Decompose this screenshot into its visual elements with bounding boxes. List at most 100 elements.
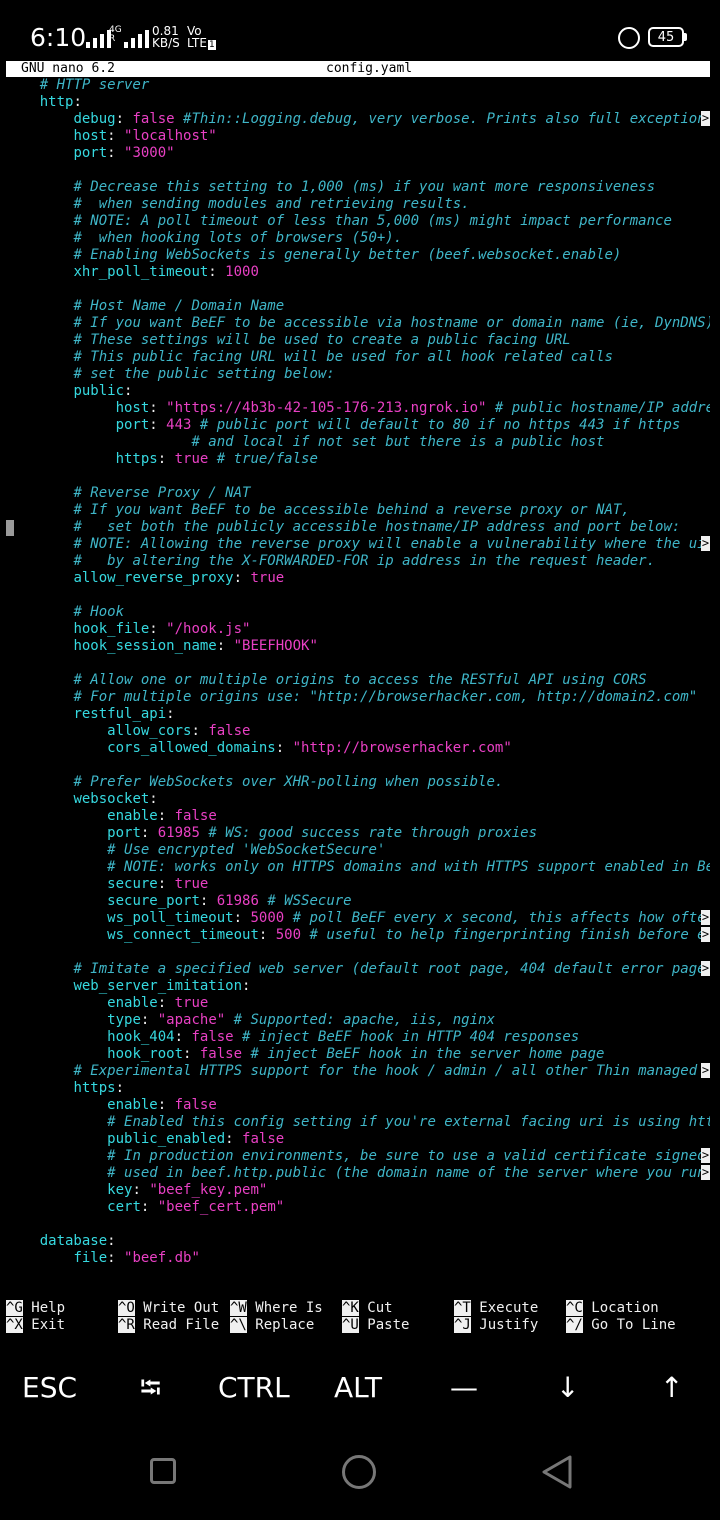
- tab-key-icon[interactable]: ⭾: [140, 1370, 161, 1406]
- editor-line[interactable]: secure: true: [6, 876, 710, 893]
- editor-line[interactable]: # Host Name / Domain Name: [6, 298, 710, 315]
- editor-line[interactable]: # Enabled this config setting if you're …: [6, 1114, 710, 1131]
- editor-line[interactable]: port: "3000": [6, 145, 710, 162]
- editor-line[interactable]: # NOTE: works only on HTTPS domains and …: [6, 859, 710, 876]
- editor-line[interactable]: allow_reverse_proxy: true: [6, 570, 710, 587]
- editor-line[interactable]: # Decrease this setting to 1,000 (ms) if…: [6, 179, 710, 196]
- editor-line[interactable]: type: "apache" # Supported: apache, iis,…: [6, 1012, 710, 1029]
- editor-line[interactable]: hook_root: false # inject BeEF hook in t…: [6, 1046, 710, 1063]
- editor-line[interactable]: ws_poll_timeout: 5000 # poll BeEF every …: [6, 910, 710, 927]
- home-button[interactable]: [342, 1455, 376, 1489]
- editor-line[interactable]: # Experimental HTTPS support for the hoo…: [6, 1063, 710, 1080]
- alt-key[interactable]: ALT: [334, 1370, 382, 1406]
- ctrl-key[interactable]: CTRL: [218, 1370, 290, 1406]
- shortcut-item[interactable]: ^U Paste: [342, 1317, 409, 1334]
- esc-key[interactable]: ESC: [22, 1370, 77, 1406]
- editor-line[interactable]: hook_session_name: "BEEFHOOK": [6, 638, 710, 655]
- back-button[interactable]: [540, 1454, 574, 1490]
- editor-line[interactable]: websocket:: [6, 791, 710, 808]
- battery-icon: 45: [648, 27, 684, 47]
- recents-button[interactable]: [150, 1458, 176, 1484]
- editor-line[interactable]: # HTTP server: [6, 77, 710, 94]
- shortcut-item[interactable]: ^O Write Out: [118, 1300, 219, 1317]
- editor-line[interactable]: database:: [6, 1233, 710, 1250]
- editor-line[interactable]: web_server_imitation:: [6, 978, 710, 995]
- editor-line[interactable]: [6, 1216, 710, 1233]
- editor-line[interactable]: # If you want BeEF to be accessible via …: [6, 315, 710, 332]
- editor-line[interactable]: # set the public setting below:: [6, 366, 710, 383]
- editor-line[interactable]: # set both the publicly accessible hostn…: [6, 519, 710, 536]
- shortcut-item[interactable]: ^X Exit: [6, 1317, 65, 1334]
- editor-line[interactable]: [6, 944, 710, 961]
- editor-line[interactable]: public_enabled: false: [6, 1131, 710, 1148]
- editor-line[interactable]: # Imitate a specified web server (defaul…: [6, 961, 710, 978]
- editor-line[interactable]: restful_api:: [6, 706, 710, 723]
- editor-line[interactable]: # Reverse Proxy / NAT: [6, 485, 710, 502]
- editor-line[interactable]: # If you want BeEF to be accessible behi…: [6, 502, 710, 519]
- editor-line[interactable]: hook_404: false # inject BeEF hook in HT…: [6, 1029, 710, 1046]
- shortcut-item[interactable]: ^G Help: [6, 1300, 65, 1317]
- battery-tip: [684, 33, 687, 41]
- editor-line[interactable]: [6, 468, 710, 485]
- arrow-up-icon[interactable]: ↑: [660, 1370, 683, 1406]
- editor-line[interactable]: # used in beef.http.public (the domain n…: [6, 1165, 710, 1182]
- editor-line[interactable]: # Hook: [6, 604, 710, 621]
- editor-line[interactable]: [6, 281, 710, 298]
- editor-line[interactable]: [6, 655, 710, 672]
- editor-line[interactable]: # For multiple origins use: "http://brow…: [6, 689, 710, 706]
- editor-line[interactable]: # NOTE: Allowing the reverse proxy will …: [6, 536, 710, 553]
- editor-text-area[interactable]: # HTTP server http: debug: false #Thin::…: [6, 77, 710, 1267]
- editor-line[interactable]: http:: [6, 94, 710, 111]
- arrow-down-icon[interactable]: ↓: [556, 1370, 579, 1406]
- editor-line[interactable]: # Use encrypted 'WebSocketSecure': [6, 842, 710, 859]
- shortcut-item[interactable]: ^J Justify: [454, 1317, 538, 1334]
- editor-line[interactable]: # NOTE: A poll timeout of less than 5,00…: [6, 213, 710, 230]
- editor-line[interactable]: debug: false #Thin::Logging.debug, very …: [6, 111, 710, 128]
- signal-strength-icon: [86, 28, 111, 48]
- editor-line[interactable]: enable: false: [6, 808, 710, 825]
- editor-line[interactable]: [6, 162, 710, 179]
- editor-line[interactable]: enable: true: [6, 995, 710, 1012]
- shortcut-item[interactable]: ^/ Go To Line: [566, 1317, 676, 1334]
- editor-line[interactable]: # when sending modules and retrieving re…: [6, 196, 710, 213]
- editor-line[interactable]: port: 61985 # WS: good success rate thro…: [6, 825, 710, 842]
- shortcut-label: Read File: [134, 1317, 220, 1333]
- line-truncated-marker: >: [701, 1063, 710, 1078]
- editor-line[interactable]: key: "beef_key.pem": [6, 1182, 710, 1199]
- editor-line[interactable]: secure_port: 61986 # WSSecure: [6, 893, 710, 910]
- editor-line[interactable]: hook_file: "/hook.js": [6, 621, 710, 638]
- editor-line[interactable]: # Enabling WebSockets is generally bette…: [6, 247, 710, 264]
- shortcut-item[interactable]: ^C Location: [566, 1300, 659, 1317]
- editor-line[interactable]: [6, 587, 710, 604]
- editor-line[interactable]: enable: false: [6, 1097, 710, 1114]
- editor-line[interactable]: public:: [6, 383, 710, 400]
- shortcut-item[interactable]: ^K Cut: [342, 1300, 393, 1317]
- editor-line[interactable]: https:: [6, 1080, 710, 1097]
- editor-line[interactable]: cors_allowed_domains: "http://browserhac…: [6, 740, 710, 757]
- editor-line[interactable]: # and local if not set but there is a pu…: [6, 434, 710, 451]
- shortcut-label: Justify: [470, 1317, 539, 1333]
- shortcut-item[interactable]: ^T Execute: [454, 1300, 538, 1317]
- editor-line[interactable]: # These settings will be used to create …: [6, 332, 710, 349]
- shortcut-item[interactable]: ^R Read File: [118, 1317, 219, 1334]
- editor-line[interactable]: # when hooking lots of browsers (50+).: [6, 230, 710, 247]
- editor-line[interactable]: # Allow one or multiple origins to acces…: [6, 672, 710, 689]
- dash-key[interactable]: —: [450, 1370, 478, 1406]
- editor-line[interactable]: xhr_poll_timeout: 1000: [6, 264, 710, 281]
- shortcut-item[interactable]: ^W Where Is: [230, 1300, 323, 1317]
- editor-line[interactable]: # This public facing URL will be used fo…: [6, 349, 710, 366]
- editor-line[interactable]: # Prefer WebSockets over XHR-polling whe…: [6, 774, 710, 791]
- editor-line[interactable]: https: true # true/false: [6, 451, 710, 468]
- editor-line[interactable]: # In production environments, be sure to…: [6, 1148, 710, 1165]
- editor-line[interactable]: file: "beef.db": [6, 1250, 710, 1267]
- editor-line[interactable]: host: "localhost": [6, 128, 710, 145]
- editor-line[interactable]: host: "https://4b3b-42-105-176-213.ngrok…: [6, 400, 710, 417]
- editor-line[interactable]: cert: "beef_cert.pem": [6, 1199, 710, 1216]
- status-bar: 6:10 4G R 0.81 KB/S Vo LTE 1 45: [0, 0, 720, 60]
- editor-line[interactable]: # by altering the X-FORWARDED-FOR ip add…: [6, 553, 710, 570]
- editor-line[interactable]: allow_cors: false: [6, 723, 710, 740]
- shortcut-item[interactable]: ^\ Replace: [230, 1317, 314, 1334]
- editor-line[interactable]: port: 443 # public port will default to …: [6, 417, 710, 434]
- editor-line[interactable]: [6, 757, 710, 774]
- editor-line[interactable]: ws_connect_timeout: 500 # useful to help…: [6, 927, 710, 944]
